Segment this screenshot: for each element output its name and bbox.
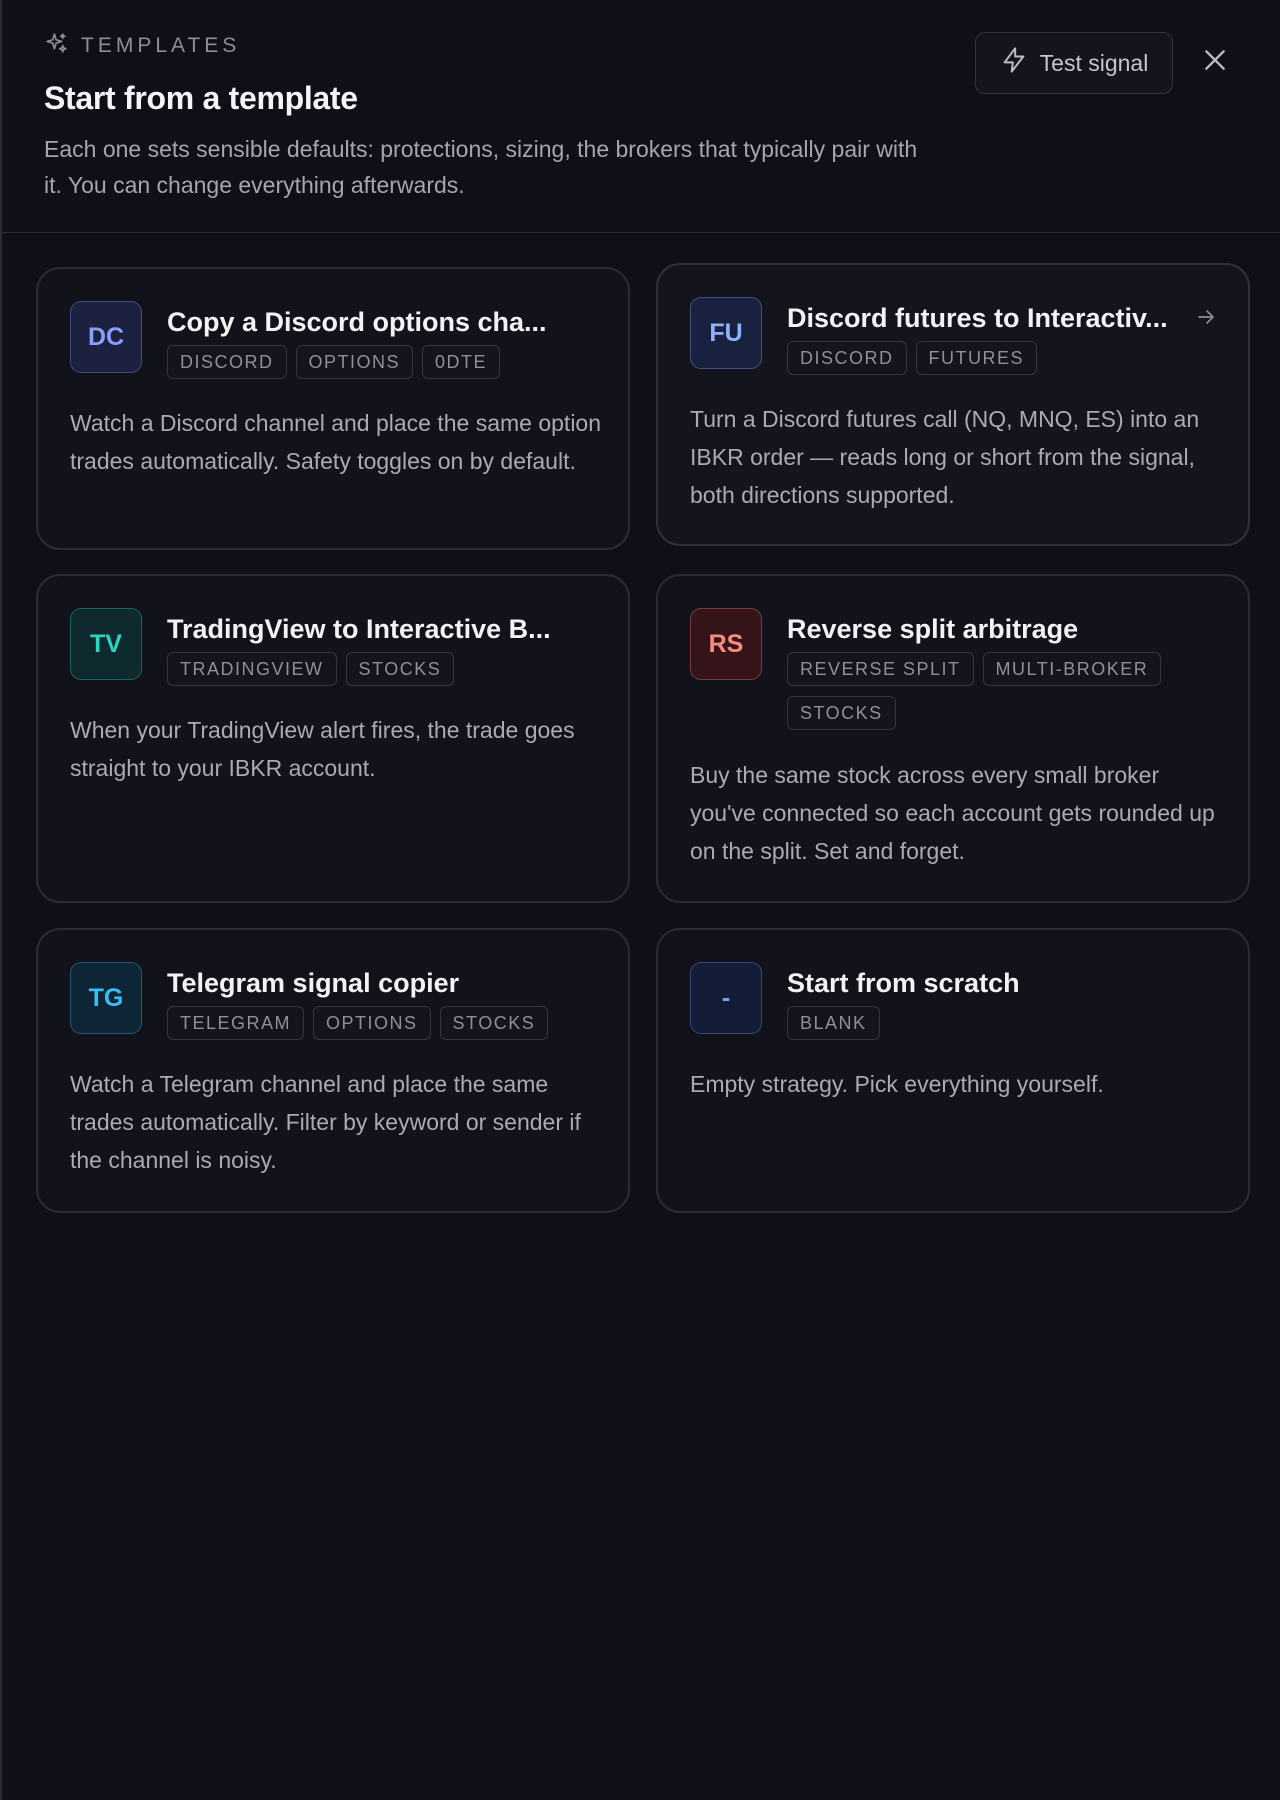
template-description: When your TradingView alert fires, the t… xyxy=(70,717,575,781)
template-tag: OPTIONS xyxy=(295,345,414,379)
template-card-tradingview[interactable]: TV TradingView to Interactive B... TRADI… xyxy=(36,574,630,903)
template-title: Copy a Discord options cha... xyxy=(167,307,547,337)
template-title: Reverse split arbitrage xyxy=(787,614,1079,644)
template-title: Discord futures to Interactiv... xyxy=(787,303,1168,333)
template-tag: STOCKS xyxy=(787,696,896,730)
templates-panel: TEMPLATES Start from a template Each one… xyxy=(0,0,1280,1800)
template-avatar: RS xyxy=(690,608,762,680)
template-avatar: - xyxy=(690,962,762,1034)
templates-header: TEMPLATES Start from a template Each one… xyxy=(2,0,1280,233)
template-description: Empty strategy. Pick everything yourself… xyxy=(690,1071,1104,1097)
template-description: Turn a Discord futures call (NQ, MNQ, ES… xyxy=(690,406,1200,508)
template-card-telegram[interactable]: TG Telegram signal copier TELEGRAM OPTIO… xyxy=(36,928,630,1213)
template-title: TradingView to Interactive B... xyxy=(167,614,551,644)
eyebrow-label: TEMPLATES xyxy=(81,34,241,57)
test-signal-button[interactable]: Test signal xyxy=(975,32,1173,94)
template-tags: REVERSE SPLIT MULTI-BROKER STOCKS xyxy=(787,652,1187,730)
template-tags: BLANK xyxy=(787,1006,1217,1040)
template-description: Watch a Telegram channel and place the s… xyxy=(70,1071,581,1173)
template-tag: MULTI-BROKER xyxy=(982,652,1162,686)
template-card-discord-futures[interactable]: FU Discord futures to Interactiv... DISC… xyxy=(656,263,1250,546)
template-tag: FUTURES xyxy=(915,341,1038,375)
template-tag: REVERSE SPLIT xyxy=(787,652,974,686)
template-tag: OPTIONS xyxy=(313,1006,431,1040)
template-tag: 0DTE xyxy=(422,345,501,379)
sparkles-icon xyxy=(44,31,69,62)
template-avatar: TG xyxy=(70,962,142,1034)
template-avatar: FU xyxy=(690,297,762,369)
close-icon xyxy=(1202,47,1228,78)
template-description: Watch a Discord channel and place the sa… xyxy=(70,410,602,474)
template-tag: BLANK xyxy=(787,1006,880,1040)
arrow-right-icon xyxy=(1194,305,1218,329)
page-subtitle: Each one sets sensible defaults: protect… xyxy=(44,136,918,198)
template-tags: DISCORD OPTIONS 0DTE xyxy=(167,345,597,379)
template-card-reverse-split[interactable]: RS Reverse split arbitrage REVERSE SPLIT… xyxy=(656,574,1250,903)
template-card-discord-options[interactable]: DC Copy a Discord options cha... DISCORD… xyxy=(36,267,630,550)
template-tag: DISCORD xyxy=(787,341,907,375)
template-description: Buy the same stock across every small br… xyxy=(690,762,1215,864)
template-title: Telegram signal copier xyxy=(167,968,460,998)
template-tags: TRADINGVIEW STOCKS xyxy=(167,652,597,686)
template-card-blank[interactable]: - Start from scratch BLANK Empty strateg… xyxy=(656,928,1250,1213)
template-title: Start from scratch xyxy=(787,968,1020,998)
template-tag: DISCORD xyxy=(167,345,287,379)
template-tag: STOCKS xyxy=(439,1006,549,1040)
template-tag: STOCKS xyxy=(345,652,455,686)
lightning-icon xyxy=(1000,46,1028,80)
template-tags: DISCORD FUTURES xyxy=(787,341,1217,375)
template-avatar: TV xyxy=(70,608,142,680)
close-button[interactable] xyxy=(1198,45,1232,79)
template-tag: TELEGRAM xyxy=(167,1006,305,1040)
test-signal-label: Test signal xyxy=(1039,49,1149,76)
template-avatar: DC xyxy=(70,301,142,373)
template-tag: TRADINGVIEW xyxy=(167,652,337,686)
template-tags: TELEGRAM OPTIONS STOCKS xyxy=(167,1006,597,1040)
